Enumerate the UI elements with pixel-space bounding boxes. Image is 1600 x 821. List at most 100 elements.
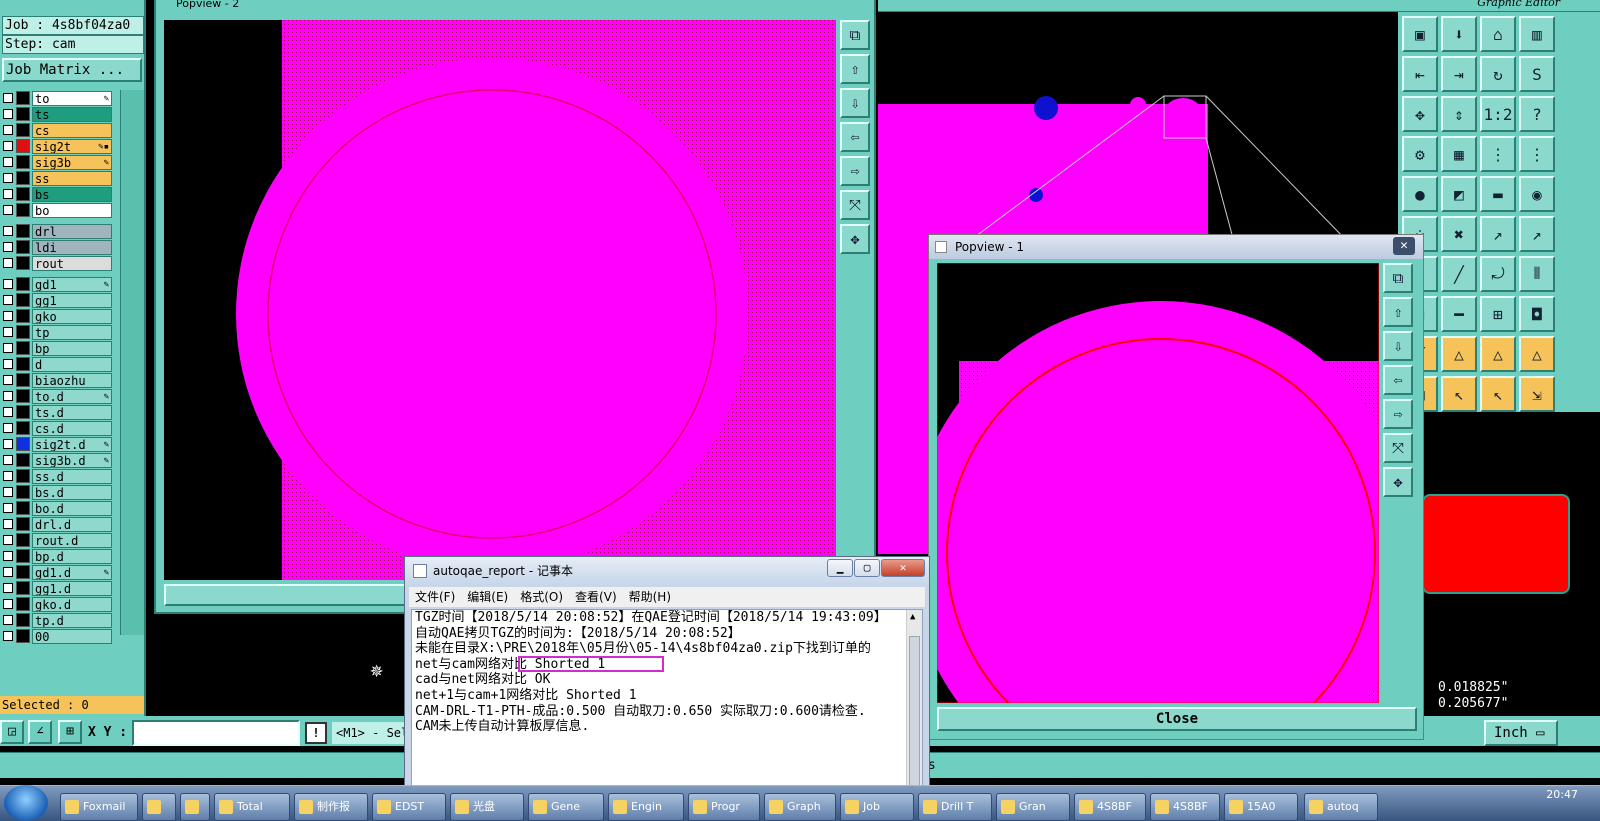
layer-checkbox[interactable] xyxy=(3,519,13,529)
layer-row[interactable]: bs xyxy=(0,186,118,202)
net-icon[interactable]: ⋮ xyxy=(1480,136,1516,172)
close-icon[interactable]: ✕ xyxy=(1393,237,1415,255)
layer-checkbox[interactable] xyxy=(3,487,13,497)
taskbar-item[interactable]: 4S8BF xyxy=(1074,793,1146,821)
line-alt-icon[interactable]: ↗ xyxy=(1519,216,1555,252)
pan-down-icon[interactable]: ⇩ xyxy=(840,88,870,118)
layer-row[interactable]: rout.d xyxy=(0,532,118,548)
layer-color-swatch[interactable] xyxy=(16,549,30,563)
popview-1-canvas[interactable] xyxy=(937,263,1379,703)
layer-row[interactable]: gg1.d xyxy=(0,580,118,596)
pan-icon[interactable]: ✵ xyxy=(370,658,383,683)
layer-color-swatch[interactable] xyxy=(16,224,30,238)
vertical-fit-icon[interactable]: ⇕ xyxy=(1441,96,1477,132)
menu-file[interactable]: 文件(F) xyxy=(409,587,461,607)
taskbar-item[interactable]: 4S8BF xyxy=(1150,793,1220,821)
layer-row[interactable]: bo.d xyxy=(0,500,118,516)
taskbar-item[interactable]: 光盘 xyxy=(450,793,524,821)
taskbar-item[interactable]: Engin xyxy=(608,793,684,821)
layer-name[interactable]: sig2t.d ✎ xyxy=(32,436,112,452)
taskbar-item[interactable]: Job xyxy=(840,793,914,821)
zoom-fit-icon[interactable]: ⤧ xyxy=(840,190,870,220)
resize-icon[interactable]: ⇲ xyxy=(1519,376,1555,412)
redraw-icon[interactable]: ↻ xyxy=(1480,56,1516,92)
layer-checkbox[interactable] xyxy=(3,535,13,545)
layer-color-swatch[interactable] xyxy=(16,123,30,137)
layer-checkbox[interactable] xyxy=(3,189,13,199)
alert-button[interactable]: ! xyxy=(305,722,327,744)
layer-row[interactable]: sig2t.d ✎ xyxy=(0,436,118,452)
layer-color-swatch[interactable] xyxy=(16,171,30,185)
layer-color-swatch[interactable] xyxy=(16,309,30,323)
move-icon[interactable]: ✥ xyxy=(1383,467,1413,497)
layer-checkbox[interactable] xyxy=(3,279,13,289)
taskbar-item[interactable]: EDST xyxy=(372,793,446,821)
layer-color-swatch[interactable] xyxy=(16,240,30,254)
layer-list-scrollbar[interactable] xyxy=(120,90,144,635)
layer-name[interactable]: ldi xyxy=(32,239,112,255)
layer-checkbox[interactable] xyxy=(3,242,13,252)
pan-up-icon[interactable]: ⇧ xyxy=(1383,297,1413,327)
menu-view[interactable]: 查看(V) xyxy=(569,587,623,607)
menu-edit[interactable]: 编辑(E) xyxy=(461,587,514,607)
layer-name[interactable]: biaozhu xyxy=(32,372,112,388)
layer-row[interactable]: ss xyxy=(0,170,118,186)
layer-color-swatch[interactable] xyxy=(16,629,30,643)
popview-2-canvas[interactable] xyxy=(164,20,836,580)
move-icon[interactable]: ✥ xyxy=(840,224,870,254)
layer-checkbox[interactable] xyxy=(3,93,13,103)
taskbar-item[interactable] xyxy=(180,793,210,821)
layer-name[interactable]: ss.d xyxy=(32,468,112,484)
grid-icon[interactable]: ⊞ xyxy=(58,720,82,744)
layer-checkbox[interactable] xyxy=(3,327,13,337)
layer-row[interactable]: biaozhu xyxy=(0,372,118,388)
layer-name[interactable]: rout.d xyxy=(32,532,112,548)
layer-color-swatch[interactable] xyxy=(16,533,30,547)
layer-name[interactable]: drl xyxy=(32,223,112,239)
slash-icon[interactable]: ╱ xyxy=(1441,256,1477,292)
pan-right-icon[interactable]: ⇨ xyxy=(1383,399,1413,429)
layer-name[interactable]: gg1.d xyxy=(32,580,112,596)
zoom-window-icon[interactable]: ⧉ xyxy=(1383,263,1413,293)
layer-checkbox[interactable] xyxy=(3,205,13,215)
layer-row[interactable]: sig3b ✎ xyxy=(0,154,118,170)
scroll-thumb[interactable] xyxy=(909,636,920,786)
layer-checkbox[interactable] xyxy=(3,226,13,236)
pan-down-icon[interactable]: ⇩ xyxy=(1383,331,1413,361)
layer-name[interactable]: tp xyxy=(32,324,112,340)
taskbar-item[interactable]: Drill T xyxy=(918,793,992,821)
layer-color-swatch[interactable] xyxy=(16,485,30,499)
layer-row[interactable]: cs.d xyxy=(0,420,118,436)
layer-row[interactable]: gko.d xyxy=(0,596,118,612)
layer-row[interactable]: bp xyxy=(0,340,118,356)
layer-checkbox[interactable] xyxy=(3,311,13,321)
layer-color-swatch[interactable] xyxy=(16,107,30,121)
layer-color-swatch[interactable] xyxy=(16,325,30,339)
start-button[interactable] xyxy=(4,785,48,821)
layer-checkbox[interactable] xyxy=(3,455,13,465)
square-icon[interactable]: ◘ xyxy=(1519,296,1555,332)
box-icon[interactable]: ⊞ xyxy=(1480,296,1516,332)
split-view-icon[interactable]: ▥ xyxy=(1519,16,1555,52)
layer-checkbox[interactable] xyxy=(3,375,13,385)
layer-color-swatch[interactable] xyxy=(16,91,30,105)
layer-checkbox[interactable] xyxy=(3,157,13,167)
layer-row[interactable]: sig2t ✎▪ xyxy=(0,138,118,154)
minimize-icon[interactable]: ▁ xyxy=(827,559,853,577)
layer-checkbox[interactable] xyxy=(3,615,13,625)
layer-checkbox[interactable] xyxy=(3,258,13,268)
layer-row[interactable]: tp.d xyxy=(0,612,118,628)
arc-icon[interactable]: ⤾ xyxy=(1480,256,1516,292)
taskbar-item[interactable]: 制作报 xyxy=(294,793,368,821)
layer-name[interactable]: to ✎ xyxy=(32,90,112,106)
layer-name[interactable]: sig3b ✎ xyxy=(32,154,112,170)
layer-color-swatch[interactable] xyxy=(16,139,30,153)
layer-checkbox[interactable] xyxy=(3,599,13,609)
layer-color-swatch[interactable] xyxy=(16,421,30,435)
popview-1-close-button[interactable]: Close xyxy=(937,707,1417,731)
pan-right-icon[interactable]: ⇨ xyxy=(840,156,870,186)
layer-color-swatch[interactable] xyxy=(16,389,30,403)
editor-window-icon[interactable]: ▣ xyxy=(1402,16,1438,52)
layer-row[interactable]: gd1 ✎ xyxy=(0,276,118,292)
zoom-fit-icon[interactable]: ⤧ xyxy=(1383,433,1413,463)
